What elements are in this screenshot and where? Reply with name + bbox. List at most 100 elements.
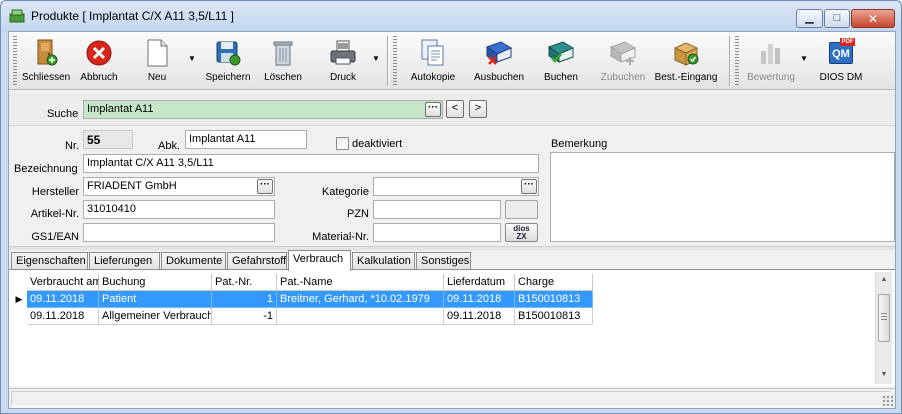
loeschen-label: Löschen xyxy=(264,72,302,83)
cell-datum[interactable]: 09.11.2018 xyxy=(27,308,99,325)
scroll-thumb[interactable] xyxy=(878,294,890,342)
cell-charge[interactable]: B150010813 xyxy=(515,291,593,308)
tab-kalkulation[interactable]: Kalkulation xyxy=(352,252,415,270)
toolbar-grip-3[interactable] xyxy=(735,36,739,86)
cancel-icon xyxy=(84,38,114,68)
dios-dm-button[interactable]: QM PDF DIOS DM xyxy=(815,35,867,87)
schliessen-button[interactable]: Schliessen xyxy=(22,35,70,87)
zubuchen-button[interactable]: Zubuchen xyxy=(601,35,645,87)
tab-dokumente[interactable]: Dokumente xyxy=(161,252,226,270)
hersteller-label: Hersteller xyxy=(31,186,79,198)
kategorie-lookup-button[interactable]: ··· xyxy=(521,179,537,194)
cell-lieferdatum[interactable]: 09.11.2018 xyxy=(444,291,515,308)
druck-label: Druck xyxy=(329,72,357,83)
trash-icon xyxy=(268,38,298,68)
toolbar: Schliessen Abbruch Neu ▼ Speichern Lösch… xyxy=(9,32,895,90)
dios-zx-button[interactable]: dios ZX xyxy=(505,223,538,242)
col-verbraucht-am[interactable]: Verbraucht am xyxy=(27,274,102,291)
bar-chart-icon xyxy=(756,38,786,68)
prev-record-button[interactable]: < xyxy=(446,100,464,118)
book-out-icon xyxy=(484,38,514,68)
title-bar[interactable]: Produkte [ Implantat C/X A11 3,5/L11 ] ▁… xyxy=(1,1,901,31)
hersteller-input[interactable]: FRIADENT GmbH xyxy=(83,177,275,196)
col-charge[interactable]: Charge xyxy=(515,274,593,291)
tab-lieferungen[interactable]: Lieferungen xyxy=(89,252,160,270)
verbrauch-grid: Verbraucht am Buchung Pat.-Nr. Pat.-Name… xyxy=(11,274,877,384)
cell-datum[interactable]: 09.11.2018 xyxy=(27,291,99,308)
bewertung-dropdown-icon[interactable]: ▼ xyxy=(799,54,809,64)
bezeichnung-input[interactable]: Implantat C/X A11 3,5/L11 xyxy=(83,154,539,173)
bewertung-label: Bewertung xyxy=(747,72,795,83)
druck-button[interactable]: Druck xyxy=(323,35,363,87)
scroll-down-icon[interactable]: ▼ xyxy=(876,367,892,383)
toolbar-separator xyxy=(387,36,389,86)
cell-lieferdatum[interactable]: 09.11.2018 xyxy=(444,308,515,325)
gs1-input[interactable] xyxy=(83,223,275,242)
close-window-button[interactable]: ✕ xyxy=(851,9,895,28)
status-panel xyxy=(11,391,891,407)
search-input[interactable]: Implantat A11 xyxy=(83,100,443,119)
cell-buchung[interactable]: Patient xyxy=(99,291,212,308)
buchen-button[interactable]: Buchen xyxy=(539,35,583,87)
col-pat-name[interactable]: Pat.-Name xyxy=(277,274,444,291)
bemerkung-textarea[interactable] xyxy=(550,152,895,242)
tab-gefahrstoff[interactable]: Gefahrstoff xyxy=(227,252,287,270)
druck-dropdown-icon[interactable]: ▼ xyxy=(371,54,381,64)
toolbar-grip[interactable] xyxy=(13,36,17,86)
verbrauch-panel: Verbraucht am Buchung Pat.-Nr. Pat.-Name… xyxy=(9,269,895,386)
tab-verbrauch[interactable]: Verbrauch xyxy=(288,250,351,271)
toolbar-grip-2[interactable] xyxy=(393,36,397,86)
abk-input[interactable]: Implantat A11 xyxy=(185,130,307,149)
col-buchung[interactable]: Buchung xyxy=(99,274,212,291)
artikel-input[interactable]: 31010410 xyxy=(83,200,275,219)
deaktiviert-checkbox[interactable] xyxy=(336,137,349,150)
bewertung-button[interactable]: Bewertung xyxy=(745,35,797,87)
hersteller-lookup-button[interactable]: ··· xyxy=(257,179,273,194)
cell-charge[interactable]: B150010813 xyxy=(515,308,593,325)
best-eingang-button[interactable]: Best.-Eingang xyxy=(655,35,717,87)
loeschen-button[interactable]: Löschen xyxy=(263,35,303,87)
artikel-label: Artikel-Nr. xyxy=(30,208,79,220)
grid-vertical-scrollbar[interactable]: ▲ ▼ xyxy=(875,272,892,384)
nr-label: Nr. xyxy=(64,140,79,152)
product-form: Suche Implantat A11 ··· < > Nr. 55 Abk. … xyxy=(9,94,895,246)
tab-sonstiges[interactable]: Sonstiges xyxy=(416,252,471,270)
search-row: Suche Implantat A11 ··· < > xyxy=(9,94,895,126)
resize-grip[interactable] xyxy=(882,395,893,406)
ausbuchen-button[interactable]: Ausbuchen xyxy=(473,35,525,87)
pzn-action-button[interactable] xyxy=(505,200,538,219)
maximize-button[interactable]: □ xyxy=(824,9,850,28)
status-bar xyxy=(9,388,895,408)
abbruch-button[interactable]: Abbruch xyxy=(79,35,119,87)
material-input[interactable] xyxy=(373,223,501,242)
cell-pat-name[interactable] xyxy=(277,308,444,325)
printer-icon xyxy=(328,38,358,68)
maximize-icon: □ xyxy=(833,12,841,24)
package-icon xyxy=(671,38,701,68)
col-pat-nr[interactable]: Pat.-Nr. xyxy=(212,274,277,291)
book-icon xyxy=(546,38,576,68)
neu-dropdown-icon[interactable]: ▼ xyxy=(187,54,197,64)
pzn-label: PZN xyxy=(347,208,369,220)
nr-field: 55 xyxy=(83,130,133,149)
autokopie-label: Autokopie xyxy=(410,72,456,83)
dios-qm-icon: QM PDF xyxy=(826,38,856,68)
autokopie-button[interactable]: Autokopie xyxy=(409,35,457,87)
speichern-button[interactable]: Speichern xyxy=(205,35,251,87)
minimize-button[interactable]: ▁ xyxy=(796,9,823,28)
neu-label: Neu xyxy=(147,72,167,83)
col-lieferdatum[interactable]: Lieferdatum xyxy=(444,274,515,291)
new-document-icon xyxy=(142,38,172,68)
cell-pat-nr[interactable]: -1 xyxy=(212,308,277,325)
cell-pat-name[interactable]: Breitner, Gerhard, *10.02.1979 xyxy=(277,291,444,308)
pzn-input[interactable] xyxy=(373,200,501,219)
cell-pat-nr[interactable]: 1 xyxy=(212,291,277,308)
kategorie-input[interactable] xyxy=(373,177,539,196)
search-lookup-button[interactable]: ··· xyxy=(425,102,441,117)
neu-button[interactable]: Neu xyxy=(137,35,177,87)
next-record-button[interactable]: > xyxy=(469,100,487,118)
scroll-up-icon[interactable]: ▲ xyxy=(876,272,892,288)
kategorie-label: Kategorie xyxy=(321,186,369,198)
tab-eigenschaften[interactable]: Eigenschaften xyxy=(11,252,88,270)
cell-buchung[interactable]: Allgemeiner Verbrauch xyxy=(99,308,212,325)
